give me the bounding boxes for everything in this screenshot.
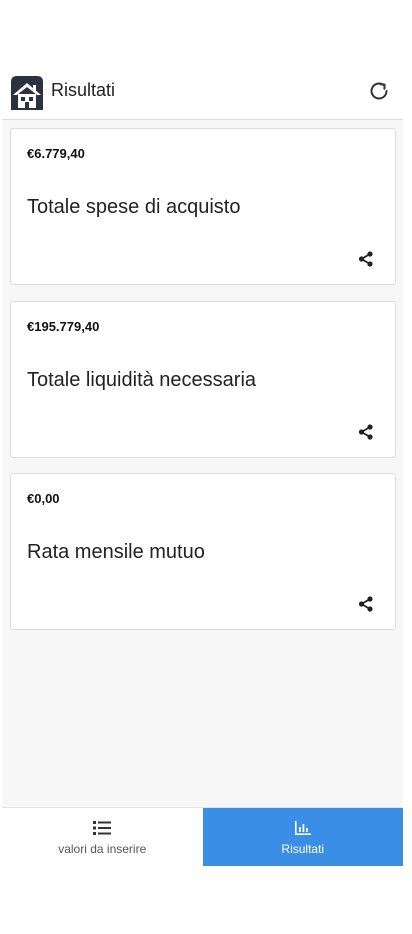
share-icon[interactable] (357, 250, 375, 268)
refresh-icon[interactable] (367, 79, 391, 103)
bottom-tab-bar: valori da inserire Risultati (2, 807, 403, 866)
bar-chart-icon (294, 821, 311, 835)
house-icon (11, 76, 43, 110)
result-amount: €195.779,40 (27, 319, 100, 334)
app-screen: Risultati €6.779,40 Totale spese di acqu… (2, 0, 403, 866)
result-card-purchase-costs: €6.779,40 Totale spese di acquisto (10, 128, 396, 285)
result-amount: €0,00 (27, 491, 60, 506)
page-title: Risultati (51, 80, 116, 100)
result-label: Totale spese di acquisto (27, 196, 241, 218)
share-icon[interactable] (357, 595, 375, 613)
app-header: Risultati (2, 0, 403, 120)
tab-input-values[interactable]: valori da inserire (2, 808, 203, 866)
tab-results[interactable]: Risultati (202, 808, 403, 866)
share-icon[interactable] (357, 423, 375, 441)
tab-label: valori da inserire (58, 842, 147, 856)
tab-label: Risultati (281, 842, 325, 856)
result-amount: €6.779,40 (27, 146, 85, 161)
list-icon (93, 821, 112, 835)
result-label: Rata mensile mutuo (27, 541, 205, 563)
result-label: Totale liquidità necessaria (27, 369, 257, 391)
result-card-monthly-installment: €0,00 Rata mensile mutuo (10, 473, 396, 630)
result-card-liquidity: €195.779,40 Totale liquidità necessaria (10, 301, 396, 458)
